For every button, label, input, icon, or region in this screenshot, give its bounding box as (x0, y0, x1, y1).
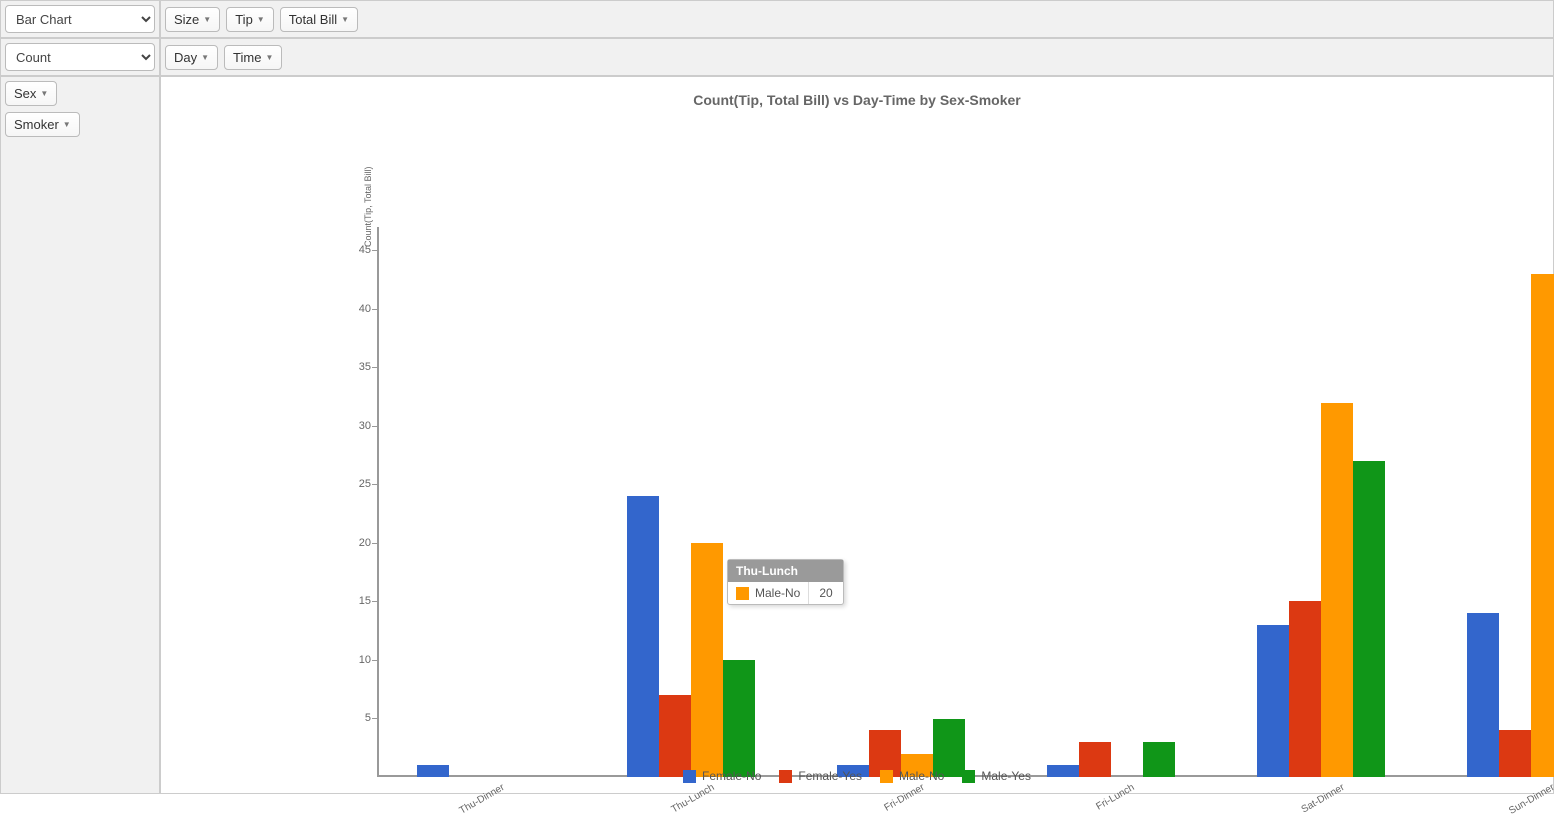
caret-icon: ▼ (341, 15, 349, 24)
tooltip-swatch (736, 587, 749, 600)
y-tick-label: 20 (341, 537, 371, 549)
tooltip: Thu-Lunch Male-No 20 (727, 559, 844, 605)
legend-swatch (880, 770, 893, 783)
legend-swatch (683, 770, 696, 783)
y-axis-label: Count(Tip, Total Bill) (363, 166, 373, 247)
pill-size[interactable]: Size▼ (165, 7, 220, 32)
x-tick-label: Thu-Lunch (642, 782, 717, 832)
caret-icon: ▼ (40, 89, 48, 98)
column-field-a-shelf[interactable]: Size▼ Tip▼ Total Bill▼ (160, 0, 1554, 38)
bar[interactable] (659, 695, 691, 777)
legend-item[interactable]: Male-No (880, 769, 944, 783)
chart-type-select[interactable]: Bar Chart (5, 5, 155, 33)
chart-title: Count(Tip, Total Bill) vs Day-Time by Se… (161, 77, 1553, 108)
y-tick-label: 40 (341, 303, 371, 315)
bar[interactable] (1289, 601, 1321, 777)
y-tick-label: 5 (341, 712, 371, 724)
aggregation-select[interactable]: Count (5, 43, 155, 71)
caret-icon: ▼ (203, 15, 211, 24)
tooltip-value: 20 (808, 582, 842, 604)
bar[interactable] (627, 496, 659, 777)
x-tick-label: Sat-Dinner (1272, 782, 1347, 832)
bar[interactable] (1531, 274, 1554, 777)
legend-item[interactable]: Male-Yes (962, 769, 1031, 783)
chart-panel: Count(Tip, Total Bill) vs Day-Time by Se… (160, 76, 1554, 794)
bar[interactable] (1257, 625, 1289, 777)
legend-item[interactable]: Female-No (683, 769, 761, 783)
legend-item[interactable]: Female-Yes (779, 769, 862, 783)
x-tick-label: Fri-Dinner (852, 782, 927, 832)
legend-swatch (962, 770, 975, 783)
column-field-b-shelf[interactable]: Day▼ Time▼ (160, 38, 1554, 76)
y-tick-label: 35 (341, 361, 371, 373)
legend-label: Female-No (702, 769, 761, 783)
bar[interactable] (1467, 613, 1499, 777)
row-field-shelf[interactable]: Sex▼ Smoker▼ (0, 76, 160, 794)
pill-smoker[interactable]: Smoker▼ (5, 112, 80, 137)
x-tick-label: Fri-Lunch (1062, 782, 1137, 832)
bar[interactable] (691, 543, 723, 777)
legend-label: Male-Yes (981, 769, 1031, 783)
bar[interactable] (1321, 403, 1353, 777)
x-tick-label: Thu-Dinner (432, 782, 507, 832)
y-tick-label: 45 (341, 244, 371, 256)
pill-sex[interactable]: Sex▼ (5, 81, 57, 106)
legend-label: Female-Yes (798, 769, 862, 783)
pill-total-bill[interactable]: Total Bill▼ (280, 7, 358, 32)
y-tick-label: 10 (341, 654, 371, 666)
legend-swatch (779, 770, 792, 783)
bar[interactable] (723, 660, 755, 777)
pill-time[interactable]: Time▼ (224, 45, 282, 70)
legend-label: Male-No (899, 769, 944, 783)
legend: Female-No Female-Yes Male-No Male-Yes (161, 769, 1553, 783)
y-tick-label: 15 (341, 595, 371, 607)
bar[interactable] (1353, 461, 1385, 777)
pill-day[interactable]: Day▼ (165, 45, 218, 70)
caret-icon: ▼ (201, 53, 209, 62)
y-tick-label: 30 (341, 420, 371, 432)
caret-icon: ▼ (265, 53, 273, 62)
tooltip-series: Male-No (755, 586, 800, 600)
tooltip-category: Thu-Lunch (728, 560, 843, 582)
pill-tip[interactable]: Tip▼ (226, 7, 274, 32)
plot-area (376, 227, 1554, 777)
caret-icon: ▼ (257, 15, 265, 24)
y-tick-label: 25 (341, 478, 371, 490)
x-tick-label: Sun-Dinner (1482, 782, 1554, 832)
caret-icon: ▼ (63, 120, 71, 129)
